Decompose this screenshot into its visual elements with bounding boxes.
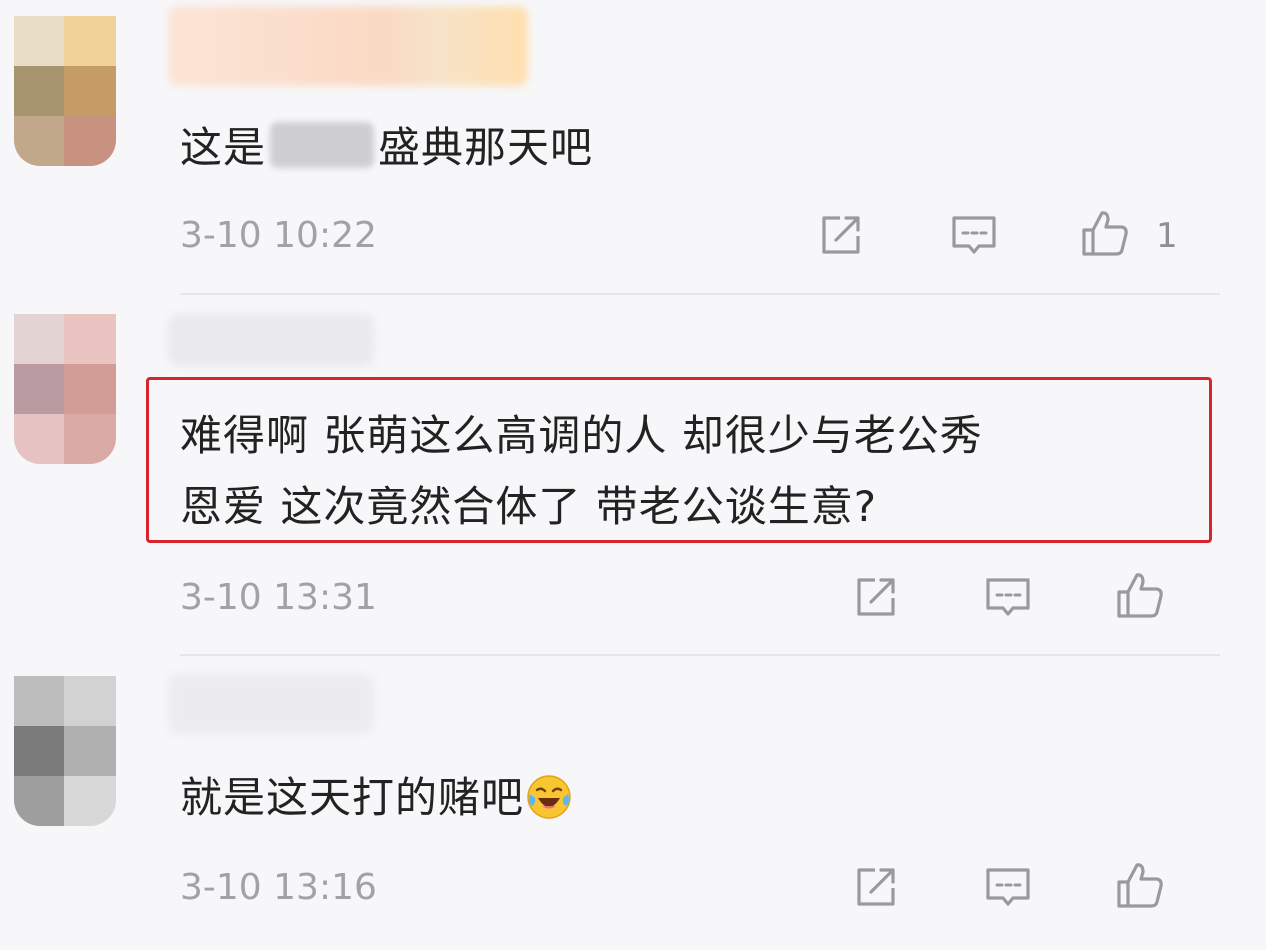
divider: [180, 293, 1220, 295]
username-blurred[interactable]: [168, 674, 374, 734]
comment-text-end: 盛典那天吧: [378, 123, 594, 172]
censored-name: [270, 122, 375, 168]
comment-icon[interactable]: [983, 572, 1033, 622]
timestamp: 3-10 13:16: [180, 867, 377, 908]
comment-text: 就是这天打的赌吧: [180, 766, 572, 830]
share-icon[interactable]: [851, 862, 901, 912]
comment-text-body: 就是这天打的赌吧: [180, 773, 525, 822]
laughing-crying-emoji-icon: [526, 774, 572, 820]
share-icon[interactable]: [851, 572, 901, 622]
like-icon[interactable]: [1080, 208, 1130, 258]
comment-item: 这是 盛典那天吧 3-10 10:22 1: [0, 0, 1266, 296]
timestamp: 3-10 13:31: [180, 577, 377, 618]
comment-text-line1: 难得啊 张萌这么高调的人 却很少与老公秀: [180, 411, 983, 460]
comment-text-start: 这是: [180, 123, 267, 172]
like-icon[interactable]: [1115, 570, 1165, 620]
share-icon[interactable]: [816, 210, 866, 260]
username-blurred[interactable]: [168, 314, 374, 366]
like-icon[interactable]: [1115, 860, 1165, 910]
comment-icon[interactable]: [949, 210, 999, 260]
comment-text-line2: 恩爱 这次竟然合体了 带老公谈生意?: [180, 482, 877, 531]
timestamp: 3-10 10:22: [180, 215, 377, 256]
avatar[interactable]: [14, 16, 116, 166]
like-count: 1: [1156, 216, 1178, 256]
username-blurred[interactable]: [168, 6, 528, 86]
comment-text: 这是 盛典那天吧: [180, 116, 593, 180]
avatar[interactable]: [14, 314, 116, 464]
comment-icon[interactable]: [983, 862, 1033, 912]
avatar[interactable]: [14, 676, 116, 826]
